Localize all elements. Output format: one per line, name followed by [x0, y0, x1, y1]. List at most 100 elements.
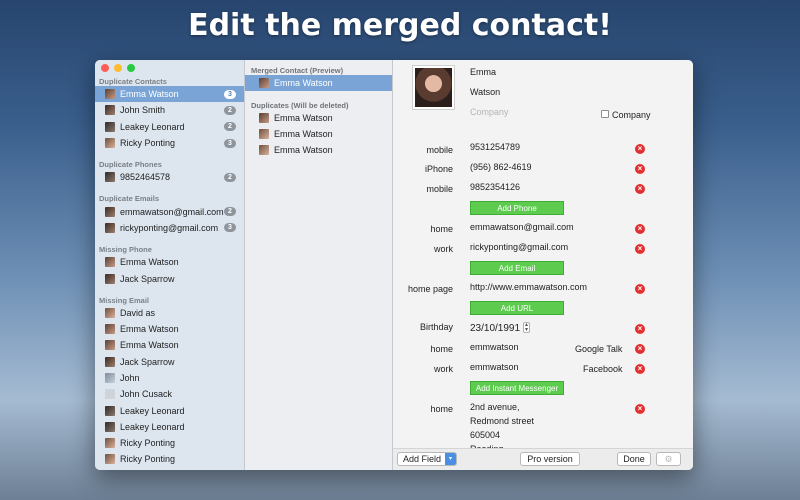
sidebar-item[interactable]: Emma Watson — [95, 337, 244, 353]
avatar — [105, 340, 115, 351]
url-value[interactable]: http://www.emmawatson.com — [470, 282, 587, 292]
avatar — [259, 129, 269, 139]
avatar — [259, 78, 269, 88]
email-label: home — [430, 224, 453, 234]
duplicate-row[interactable]: Emma Watson — [245, 110, 392, 126]
add-field-dropdown[interactable]: Add Field ▾ — [397, 452, 457, 466]
gear-icon[interactable]: ⚙ — [656, 452, 681, 466]
sidebar-item[interactable]: Jack Sparrow — [95, 354, 244, 370]
count-badge: 2 — [224, 122, 236, 132]
phone-label: mobile — [426, 145, 453, 155]
sidebar-item-label: Ricky Ponting — [120, 438, 176, 449]
sidebar-item-label: John — [120, 373, 140, 383]
delete-icon[interactable]: × — [635, 364, 645, 374]
pro-version-button[interactable]: Pro version — [520, 452, 580, 466]
sidebar-item-label: 9852464578 — [120, 172, 171, 183]
sidebar-item[interactable]: Ricky Ponting — [95, 435, 244, 451]
sidebar-section-title: Missing Email — [99, 295, 150, 305]
sidebar-item[interactable]: David as — [95, 305, 244, 321]
add-phone-button[interactable]: Add Phone — [470, 201, 564, 215]
duplicate-name: Emma Watson — [274, 113, 333, 123]
duplicate-row[interactable]: Emma Watson — [245, 126, 392, 142]
sidebar-item-label: rickyponting@gmail.com — [120, 222, 219, 233]
first-name-field[interactable]: Emma — [470, 67, 496, 77]
merged-contact-row[interactable]: Emma Watson — [245, 75, 392, 91]
sidebar-item[interactable]: Ricky Ponting — [95, 451, 244, 467]
count-badge: 3 — [224, 138, 236, 148]
sidebar-item[interactable]: Emma Watson — [95, 321, 244, 337]
avatar — [105, 273, 115, 284]
delete-icon[interactable]: × — [635, 404, 645, 414]
avatar — [105, 324, 115, 335]
sidebar-section-title: Duplicate Phones — [99, 160, 162, 170]
bottom-toolbar: Add Field ▾ Pro version Done ⚙ — [393, 448, 693, 470]
avatar — [259, 145, 269, 155]
sidebar-item[interactable]: Emma Watson — [95, 254, 244, 270]
sidebar-item[interactable]: Emma Watson 3 — [95, 86, 244, 103]
phone-value[interactable]: (956) 862-4619 — [470, 162, 532, 172]
count-badge: 2 — [224, 105, 236, 115]
sidebar-item[interactable]: Ricky Ponting 3 — [95, 135, 244, 151]
avatar — [105, 421, 115, 432]
delete-icon[interactable]: × — [635, 244, 645, 254]
avatar — [105, 405, 115, 416]
phone-value[interactable]: 9531254789 — [470, 142, 520, 152]
window-controls — [101, 64, 135, 72]
delete-icon[interactable]: × — [635, 284, 645, 294]
add-url-button[interactable]: Add URL — [470, 301, 564, 315]
sidebar-item-label: Leakey Leonard — [120, 421, 185, 432]
sidebar-item[interactable]: Leakey Leonard — [95, 402, 244, 418]
sidebar-item[interactable]: John Smith 2 — [95, 102, 244, 118]
sidebar-item[interactable]: Jack Sparrow — [95, 270, 244, 286]
merged-contact-name: Emma Watson — [274, 78, 333, 88]
birthday-label: Birthday — [419, 322, 453, 332]
delete-icon[interactable]: × — [635, 344, 645, 354]
contact-photo[interactable] — [412, 65, 455, 110]
sidebar-item[interactable]: rickyponting@gmail.com 3 — [95, 220, 244, 236]
delete-icon[interactable]: × — [635, 184, 645, 194]
close-window-button[interactable] — [101, 64, 109, 72]
avatar — [105, 121, 115, 132]
address-line[interactable]: Redmond street — [470, 416, 534, 426]
birthday-field[interactable]: 23/10/1991 — [470, 323, 520, 334]
im-service[interactable]: Google Talk — [575, 344, 622, 354]
im-value[interactable]: emmwatson — [470, 362, 519, 372]
duplicate-name: Emma Watson — [274, 129, 333, 139]
sidebar-item[interactable]: John — [95, 370, 244, 386]
zoom-window-button[interactable] — [127, 64, 135, 72]
date-stepper[interactable]: ▴ ▾ — [523, 322, 530, 333]
email-value[interactable]: emmawatson@gmail.com — [470, 222, 574, 232]
im-service[interactable]: Facebook — [583, 364, 623, 374]
duplicate-row[interactable]: Emma Watson — [245, 142, 392, 158]
phone-value[interactable]: 9852354126 — [470, 182, 520, 192]
avatar — [105, 105, 115, 116]
last-name-field[interactable]: Watson — [470, 87, 500, 97]
avatar — [105, 89, 115, 100]
avatar — [105, 222, 115, 233]
sidebar-item[interactable]: Leakey Leonard 2 — [95, 119, 244, 135]
avatar — [105, 389, 115, 400]
sidebar-item-label: Emma Watson — [120, 324, 179, 335]
phone-label: mobile — [426, 184, 453, 194]
company-field[interactable]: Company — [470, 107, 509, 117]
address-line[interactable]: 2nd avenue, — [470, 402, 520, 412]
add-im-button[interactable]: Add Instant Messenger — [470, 381, 564, 395]
delete-icon[interactable]: × — [635, 144, 645, 154]
sidebar-item[interactable]: Leakey Leonard — [95, 419, 244, 435]
im-value[interactable]: emmwatson — [470, 342, 519, 352]
add-email-button[interactable]: Add Email — [470, 261, 564, 275]
minimize-window-button[interactable] — [114, 64, 122, 72]
delete-icon[interactable]: × — [635, 224, 645, 234]
email-value[interactable]: rickyponting@gmail.com — [470, 242, 568, 252]
duplicates-title: Duplicates (Will be deleted) — [251, 101, 349, 110]
avatar — [105, 206, 115, 217]
sidebar-item[interactable]: 9852464578 2 — [95, 169, 244, 185]
done-button[interactable]: Done — [617, 452, 651, 466]
company-checkbox[interactable] — [601, 110, 609, 118]
delete-icon[interactable]: × — [635, 324, 645, 334]
sidebar-item[interactable]: emmawatson@gmail.com 2 — [95, 203, 244, 219]
avatar — [105, 356, 115, 367]
sidebar-item[interactable]: John Cusack — [95, 386, 244, 402]
delete-icon[interactable]: × — [635, 164, 645, 174]
address-line[interactable]: 605004 — [470, 430, 500, 440]
